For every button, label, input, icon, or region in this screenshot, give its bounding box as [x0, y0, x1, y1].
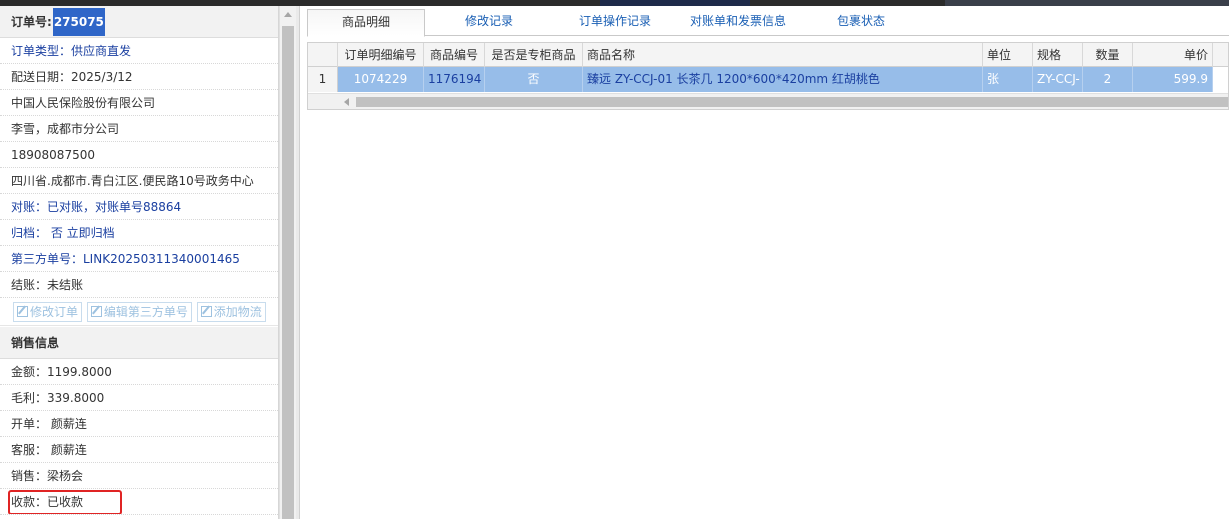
order-action-buttons: 修改订单 编辑第三方单号 添加物流 [0, 298, 278, 326]
add-logistics-button[interactable]: 添加物流 [196, 302, 266, 322]
grid-header-cell[interactable]: 单位 [983, 43, 1033, 67]
grid-header-cell[interactable]: 是否是专柜商品 [485, 43, 583, 67]
customer-company: 中国人民保险股份有限公司 [0, 90, 278, 116]
grid-header-cell[interactable]: 商品编号 [424, 43, 485, 67]
tab-invoice-info[interactable]: 对账单和发票信息 [679, 9, 797, 36]
settlement-status: 结账：未结账 [0, 272, 278, 298]
detail-id-cell[interactable]: 1074229 [338, 67, 424, 92]
detail-tabs: 商品明细 修改记录 订单操作记录 对账单和发票信息 包裹状态 [307, 9, 1229, 37]
scrollbar-thumb[interactable] [356, 97, 1228, 107]
customer-contact: 李雪，成都市分公司 [0, 116, 278, 142]
grid-header-cell[interactable]: 订单明细编号 [338, 43, 424, 67]
grid-header-rownum [308, 43, 338, 67]
product-id-cell[interactable]: 1176194 [424, 67, 485, 92]
table-row[interactable]: 1 1074229 1176194 否 臻远 ZY-CCJ-01 长茶几 120… [308, 67, 1228, 92]
grid-horizontal-scrollbar[interactable] [308, 93, 1228, 109]
order-detail-panel: 商品明细 修改记录 订单操作记录 对账单和发票信息 包裹状态 订单明细编号 商品… [300, 6, 1229, 519]
grid-header-cell[interactable]: 单价 [1133, 43, 1213, 67]
payment-status: 收款：已收款 [0, 489, 278, 515]
sales-service: 客服： 颜薪连 [0, 437, 278, 463]
third-party-number[interactable]: 第三方单号：LINK20250311340001465 [0, 246, 278, 272]
sales-seller: 销售：梁杨会 [0, 463, 278, 489]
scrollbar-thumb[interactable] [282, 26, 294, 519]
reconciliation-status[interactable]: 对账：已对账，对账单号88864 [0, 194, 278, 220]
grid-header: 订单明细编号 商品编号 是否是专柜商品 商品名称 单位 规格 数量 单价 [308, 43, 1228, 67]
unit-cell[interactable]: 张 [983, 67, 1033, 92]
scroll-left-icon[interactable] [344, 98, 349, 106]
edit-icon [90, 306, 102, 317]
highlight-box [8, 490, 122, 514]
tab-modification-log[interactable]: 修改记录 [429, 9, 549, 36]
row-number: 1 [308, 67, 338, 92]
scroll-up-icon[interactable] [284, 12, 292, 17]
tab-operation-log[interactable]: 订单操作记录 [553, 9, 677, 36]
customer-phone: 18908087500 [0, 142, 278, 168]
edit-icon [17, 306, 28, 317]
sales-profit: 毛利：339.8000 [0, 385, 278, 411]
order-type: 订单类型：供应商直发 [0, 38, 278, 64]
sales-issuer: 开单： 颜薪连 [0, 411, 278, 437]
order-info-panel: 订单号: 275075 订单类型：供应商直发 配送日期：2025/3/12 中国人… [0, 6, 279, 519]
order-number-label: 订单号: [11, 15, 52, 29]
grid-header-cell[interactable]: 规格 [1033, 43, 1083, 67]
sales-amount: 金额：1199.8000 [0, 359, 278, 385]
tab-package-status[interactable]: 包裹状态 [803, 9, 919, 36]
delivery-date: 配送日期：2025/3/12 [0, 64, 278, 90]
edit-icon [200, 306, 212, 317]
edit-third-party-button[interactable]: 编辑第三方单号 [86, 302, 192, 322]
edit-order-button[interactable]: 修改订单 [13, 302, 83, 322]
delivery-address: 四川省.成都市.青白江区.便民路10号政务中心 [0, 168, 278, 194]
left-panel-scrollbar[interactable] [279, 6, 296, 519]
quantity-cell[interactable]: 2 [1083, 67, 1133, 92]
order-number-value[interactable]: 275075 [52, 8, 105, 36]
sales-info-title: 销售信息 [0, 327, 278, 359]
archive-status[interactable]: 归档： 否 立即归档 [0, 220, 278, 246]
price-cell[interactable]: 599.9 [1133, 67, 1213, 92]
product-name-cell[interactable]: 臻远 ZY-CCJ-01 长茶几 1200*600*420mm 红胡桃色 [583, 67, 983, 92]
order-number-row: 订单号: 275075 [0, 6, 278, 38]
product-grid: 订单明细编号 商品编号 是否是专柜商品 商品名称 单位 规格 数量 单价 1 1… [307, 42, 1229, 110]
grid-header-cell[interactable]: 商品名称 [583, 43, 983, 67]
tab-product-details[interactable]: 商品明细 [307, 9, 425, 37]
counter-product-cell[interactable]: 否 [485, 67, 583, 92]
grid-header-cell[interactable]: 数量 [1083, 43, 1133, 67]
spec-cell[interactable]: ZY-CCJ- [1033, 67, 1083, 92]
